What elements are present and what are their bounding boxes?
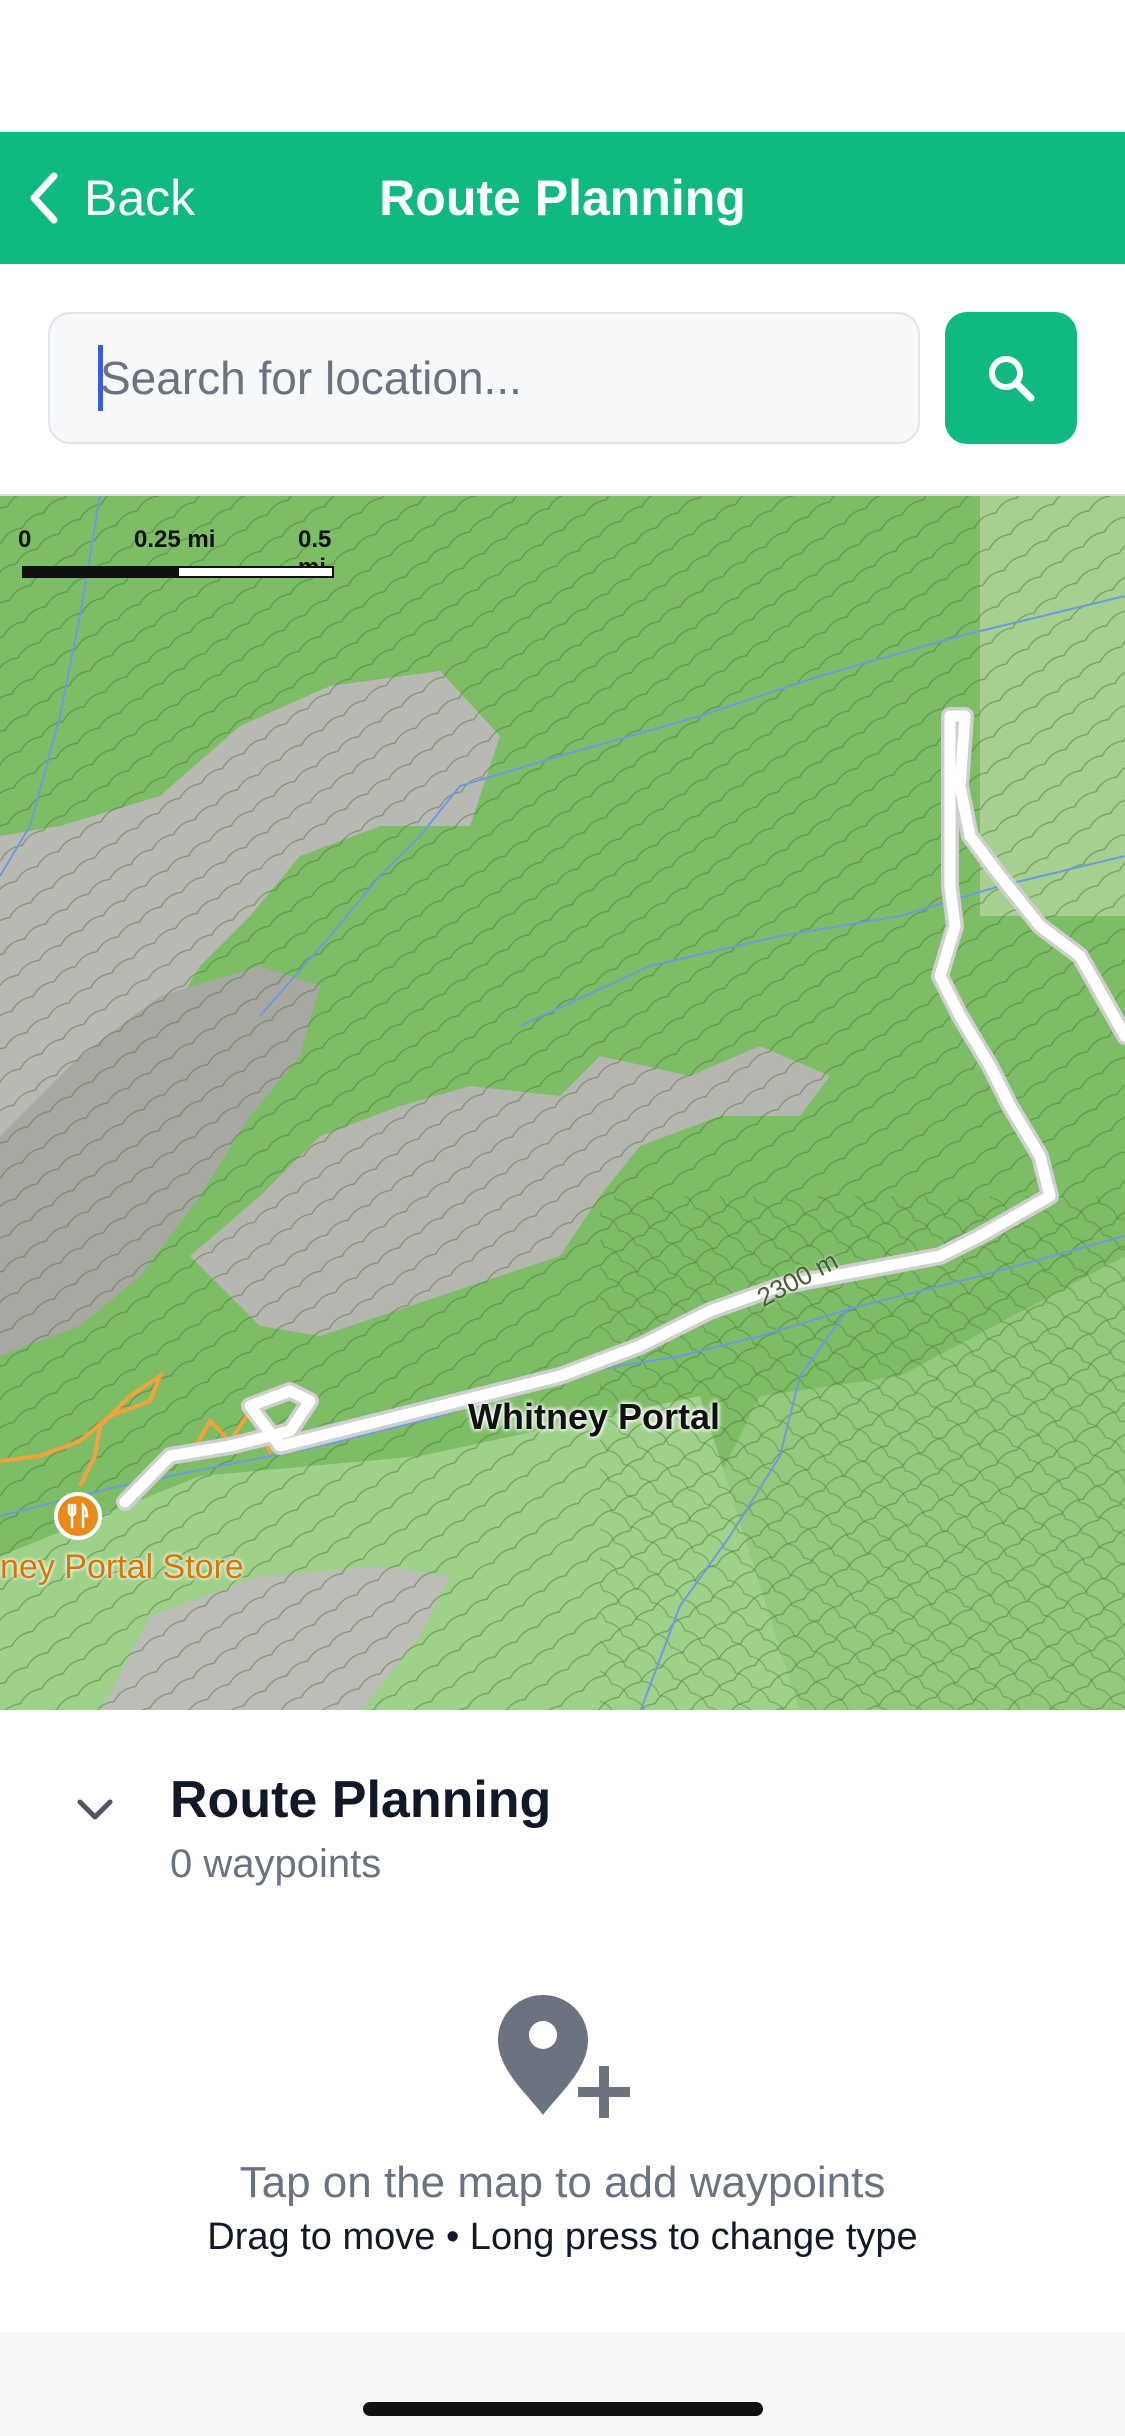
search-icon xyxy=(989,356,1035,402)
topographic-map[interactable] xyxy=(0,496,1125,1710)
map-scale: 0 0.25 mi 0.5 mi xyxy=(18,526,342,586)
navigation-bar: Back Route Planning xyxy=(0,132,1125,264)
search-input[interactable] xyxy=(48,312,920,444)
route-panel: Route Planning 0 waypoints Tap on the ma… xyxy=(0,1710,1125,2332)
map-view[interactable]: 0 0.25 mi 0.5 mi 2300 m Whitney Portal n… xyxy=(0,494,1125,1710)
text-caret xyxy=(98,345,103,411)
scale-bar xyxy=(22,566,334,578)
home-indicator-area xyxy=(0,2332,1125,2436)
chevron-down-icon[interactable] xyxy=(70,1790,120,1830)
scale-tick-1: 0.25 mi xyxy=(134,526,216,553)
home-indicator[interactable] xyxy=(363,2402,763,2416)
place-label[interactable]: Whitney Portal xyxy=(468,1396,720,1438)
panel-title: Route Planning xyxy=(170,1771,552,1829)
page-title: Route Planning xyxy=(379,170,746,226)
status-bar xyxy=(0,0,1125,132)
waypoint-count: 0 waypoints xyxy=(170,1842,382,1886)
map-pin-plus-icon xyxy=(498,1995,630,2118)
restaurant-icon[interactable] xyxy=(54,1492,102,1540)
empty-state-message: Tap on the map to add waypoints xyxy=(239,2158,886,2207)
scale-tick-0: 0 xyxy=(18,526,32,553)
fork-knife-icon xyxy=(67,1503,89,1529)
poi-label[interactable]: ney Portal Store xyxy=(0,1548,244,1587)
search-row xyxy=(0,264,1125,494)
search-button[interactable] xyxy=(945,312,1077,444)
empty-state-hint: Drag to move • Long press to change type xyxy=(207,2216,918,2258)
